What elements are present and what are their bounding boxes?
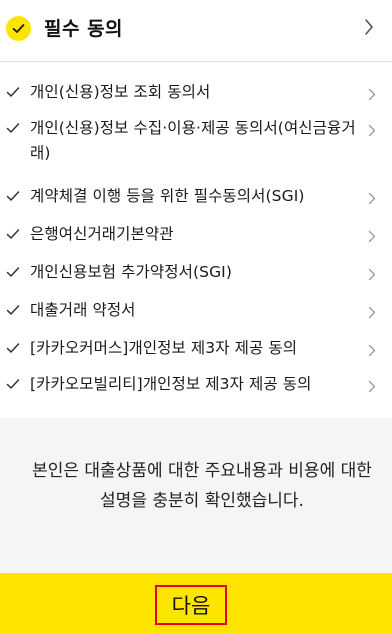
check-icon [6, 120, 20, 139]
agreement-label: [카카오커머스]개인정보 제3자 제공 동의 [30, 339, 298, 357]
bottom-action-bar: 다음 [0, 573, 392, 634]
agreement-label: 개인(신용)정보 조회 동의서 [30, 83, 211, 101]
agreement-label: [카카오모빌리티]개인정보 제3자 제공 동의 [30, 375, 312, 393]
agreement-label: 계약체결 이행 등을 위한 필수동의서(SGI) [30, 187, 305, 205]
chevron-right-icon[interactable] [364, 18, 374, 40]
chevron-right-icon[interactable] [368, 86, 376, 105]
header-divider [0, 61, 392, 62]
chevron-right-icon[interactable] [368, 342, 376, 361]
check-icon [6, 340, 20, 359]
check-icon [6, 226, 20, 245]
agreement-label: 개인신용보험 추가약정서(SGI) [30, 263, 233, 281]
check-circle-icon[interactable] [6, 16, 31, 41]
check-icon [6, 376, 20, 395]
notice-line-2: 설명을 충분히 확인했습니다. [100, 491, 304, 511]
chevron-right-icon[interactable] [368, 228, 376, 247]
chevron-right-icon[interactable] [368, 378, 376, 397]
agreement-label: 은행여신거래기본약관 [30, 225, 174, 243]
chevron-right-icon[interactable] [368, 190, 376, 209]
header-title: 필수 동의 [44, 18, 124, 40]
check-icon [6, 302, 20, 321]
check-icon [6, 188, 20, 207]
notice-line-1: 본인은 대출상품에 대한 주요내용과 비용에 대한 [32, 461, 372, 481]
check-icon [6, 264, 20, 283]
required-consent-header[interactable]: 필수 동의 [0, 0, 392, 56]
agreement-label: 대출거래 약정서 [30, 301, 136, 319]
chevron-right-icon[interactable] [368, 122, 376, 141]
agreement-label: 개인(신용)정보 수집·이용·제공 동의서(여신금융거래) [30, 119, 356, 162]
chevron-right-icon[interactable] [368, 304, 376, 323]
confirmation-notice: 본인은 대출상품에 대한 주요내용과 비용에 대한 설명을 충분히 확인했습니다… [0, 418, 392, 573]
notice-text: 본인은 대출상품에 대한 주요내용과 비용에 대한 설명을 충분히 확인했습니다… [0, 456, 392, 516]
check-icon [6, 84, 20, 103]
next-button[interactable]: 다음 [155, 585, 227, 625]
chevron-right-icon[interactable] [368, 266, 376, 285]
